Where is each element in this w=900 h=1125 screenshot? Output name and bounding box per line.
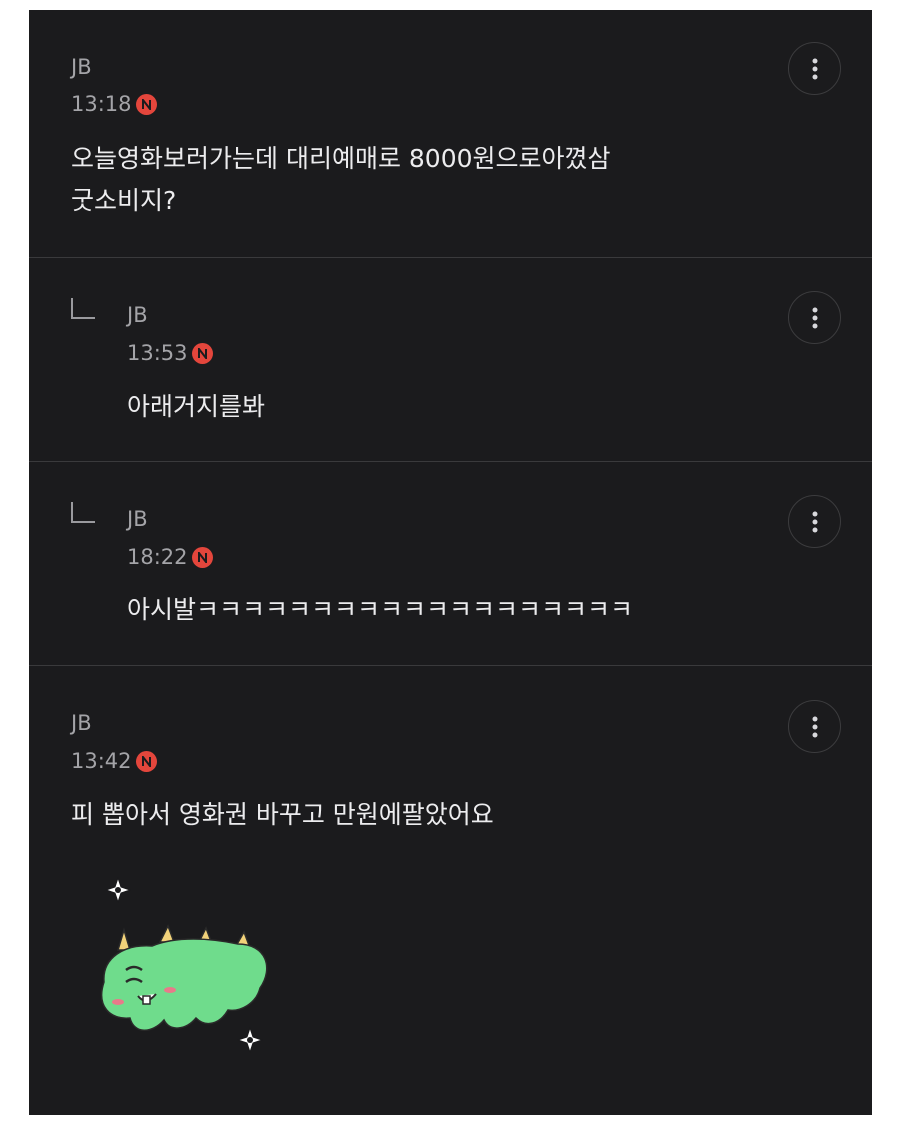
comment-text: 아시발ㅋㅋㅋㅋㅋㅋㅋㅋㅋㅋㅋㅋㅋㅋㅋㅋㅋㅋㅋ [127, 589, 633, 631]
comment-author: JB [127, 507, 148, 531]
comment-text-line: 오늘영화보러가는데 대리예매로 8000원으로아꼈삼 [71, 144, 611, 173]
comment-text-line: 피 뽑아서 영화권 바꾸고 만원에팔았어요 [71, 800, 494, 829]
more-vertical-icon [812, 307, 817, 328]
new-badge-icon [135, 93, 157, 115]
comment-meta: 18:22 [127, 545, 213, 569]
comment-text: 아래거지를봐 [127, 386, 265, 428]
sparkle-icon [236, 1026, 264, 1054]
new-badge-icon [191, 546, 213, 568]
comment-time: 18:22 [127, 545, 188, 569]
reply-arrow-icon [71, 502, 95, 523]
reply-item: JB 13:53 아래거지를봐 [29, 258, 872, 461]
comment-text-line: 아시발ㅋㅋㅋㅋㅋㅋㅋㅋㅋㅋㅋㅋㅋㅋㅋㅋㅋㅋㅋ [127, 595, 634, 624]
comment-text-line: 굿소비지? [71, 186, 177, 215]
sparkle-icon [104, 876, 132, 904]
new-badge-icon [135, 750, 157, 772]
more-options-button[interactable] [788, 42, 841, 95]
comment-item: JB 13:18 오늘영화보러가는데 대리예매로 8000원으로아꼈삼 굿소비지… [29, 10, 872, 257]
comment-meta: 13:42 [71, 749, 157, 773]
reply-arrow-icon [71, 298, 95, 319]
more-vertical-icon [812, 511, 817, 532]
comment-text: 피 뽑아서 영화권 바꾸고 만원에팔았어요 [71, 794, 494, 836]
comment-text-line: 아래거지를봐 [127, 392, 266, 421]
comment-author: JB [71, 55, 92, 79]
comment-meta: 13:53 [127, 341, 213, 365]
comment-meta: 13:18 [71, 92, 157, 116]
comment-time: 13:53 [127, 341, 188, 365]
comment-author: JB [71, 711, 92, 735]
more-vertical-icon [812, 716, 817, 737]
more-options-button[interactable] [788, 495, 841, 548]
comment-time: 13:18 [71, 92, 132, 116]
comment-text: 오늘영화보러가는데 대리예매로 8000원으로아꼈삼 굿소비지? [71, 138, 611, 222]
new-badge-icon [191, 342, 213, 364]
reply-item: JB 18:22 아시발ㅋㅋㅋㅋㅋㅋㅋㅋㅋㅋㅋㅋㅋㅋㅋㅋㅋㅋㅋ [29, 462, 872, 665]
more-options-button[interactable] [788, 700, 841, 753]
more-vertical-icon [812, 58, 817, 79]
more-options-button[interactable] [788, 291, 841, 344]
comment-time: 13:42 [71, 749, 132, 773]
comment-author: JB [127, 303, 148, 327]
green-monster-sticker [101, 876, 268, 1054]
